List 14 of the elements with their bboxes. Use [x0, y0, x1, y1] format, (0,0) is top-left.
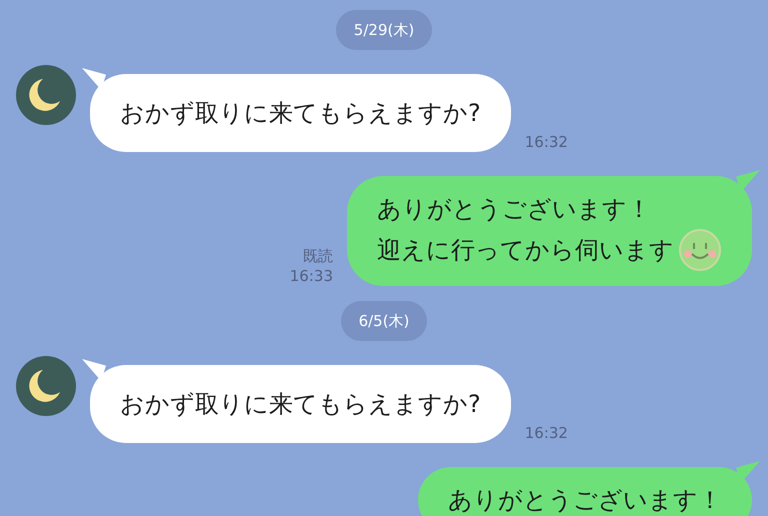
message-text: ありがとうございます！ [448, 485, 722, 516]
read-receipt: 既読 [303, 246, 333, 266]
message-text: ありがとうございます！ [377, 194, 651, 225]
moon-avatar-icon[interactable] [16, 356, 76, 416]
smiley-icon [678, 228, 722, 272]
message-time: 16:32 [524, 423, 568, 443]
date-label: 5/29(木) [336, 10, 432, 50]
message-text: 迎えに行ってから伺います [377, 235, 674, 266]
moon-avatar-icon[interactable] [16, 65, 76, 125]
message-time: 16:32 [524, 132, 568, 152]
message-text: おかず取りに来てもらえますか? [120, 389, 481, 420]
message-time: 16:33 [290, 266, 333, 286]
date-label: 6/5(木) [340, 301, 428, 341]
message-text: おかず取りに来てもらえますか? [120, 98, 481, 129]
